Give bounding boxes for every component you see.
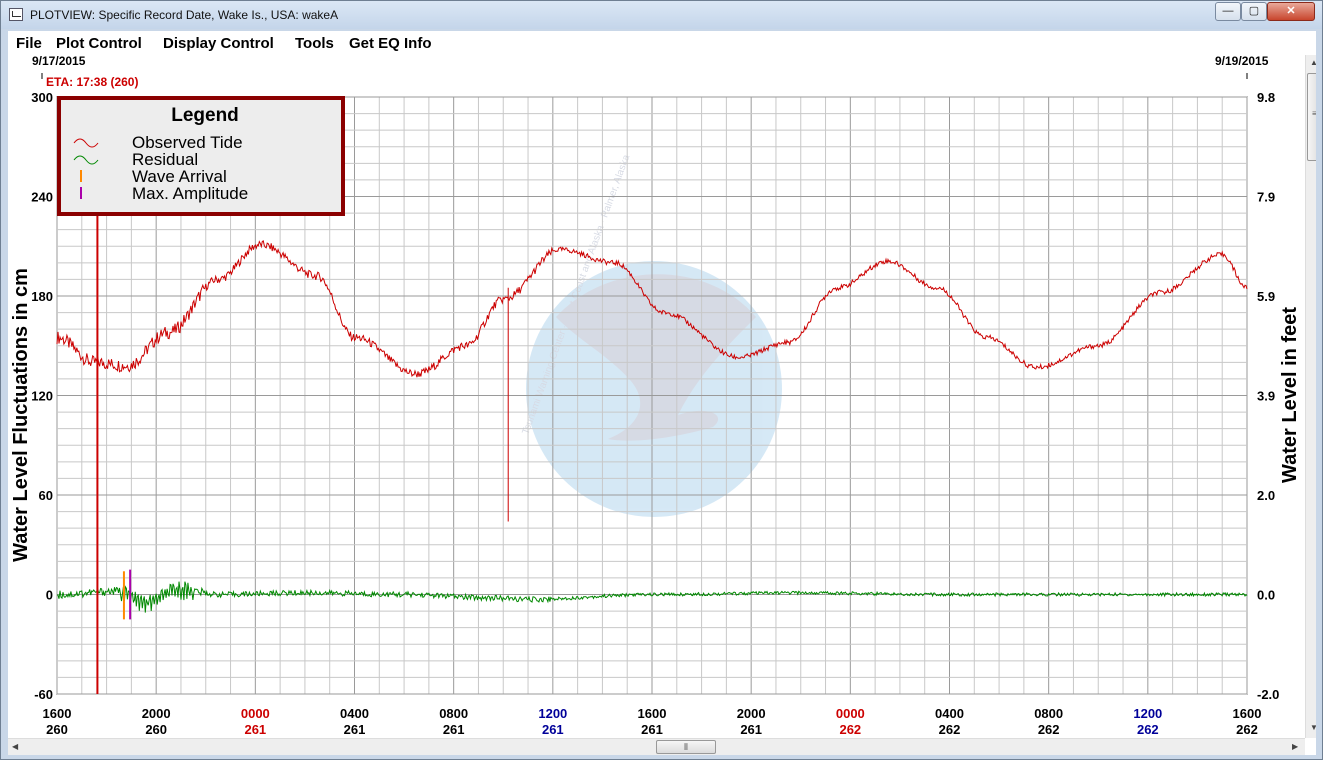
noaa-watermark: Tsunami Warning Center · West Coast and … — [520, 153, 782, 517]
x-tick-day-label: 261 — [443, 722, 465, 737]
horizontal-scrollbar[interactable]: ◀ ⦀ ▶ — [8, 738, 1305, 755]
scroll-up-arrow-icon[interactable]: ▲ — [1310, 58, 1316, 67]
maximize-button[interactable]: ▢ — [1241, 2, 1267, 21]
x-tick-time-label: 0800 — [1034, 706, 1063, 721]
x-tick-time-label: 2000 — [737, 706, 766, 721]
y-axis-right-label: Water Level in feet — [1279, 307, 1301, 483]
x-tick-day-label: 260 — [145, 722, 167, 737]
legend-item-label: Max. Amplitude — [132, 184, 248, 203]
x-tick-time-label: 2000 — [142, 706, 171, 721]
y-tick-label-right: 9.8 — [1257, 90, 1275, 105]
horizontal-scroll-thumb[interactable]: ⦀ — [656, 740, 716, 754]
start-date-label: 9/17/2015 — [32, 55, 86, 68]
vertical-scrollbar[interactable]: ▲ ≡ ▼ — [1305, 55, 1316, 738]
y-axis-left-label: Water Level Fluctuations in cm — [10, 268, 32, 562]
x-tick-day-label: 262 — [1038, 722, 1060, 737]
y-tick-label-left: 180 — [31, 289, 53, 304]
y-tick-label-left: 240 — [31, 190, 53, 205]
x-tick-time-label: 0400 — [935, 706, 964, 721]
menu-file[interactable]: File — [16, 35, 42, 52]
x-tick-day-label: 262 — [1137, 722, 1159, 737]
x-tick-time-label: 1600 — [43, 706, 72, 721]
menu-tools[interactable]: Tools — [295, 35, 334, 52]
x-tick-time-label: 0800 — [439, 706, 468, 721]
scroll-left-arrow-icon[interactable]: ◀ — [12, 742, 18, 751]
x-tick-day-label: 262 — [939, 722, 961, 737]
app-icon[interactable] — [9, 8, 23, 21]
scroll-right-arrow-icon[interactable]: ▶ — [1292, 742, 1298, 751]
x-tick-time-label: 1200 — [1133, 706, 1162, 721]
x-axis-ticks: 1600260200026000002610400261080026112002… — [43, 706, 1262, 737]
x-tick-day-label: 261 — [244, 722, 266, 737]
legend-title: Legend — [171, 105, 239, 126]
y-tick-label-left: -60 — [34, 687, 53, 702]
menu-bar: File Plot Control Display Control Tools … — [8, 31, 1316, 55]
x-tick-day-label: 261 — [641, 722, 663, 737]
y-tick-label-right: -2.0 — [1257, 687, 1279, 702]
x-tick-time-label: 0400 — [340, 706, 369, 721]
x-tick-time-label: 1600 — [1233, 706, 1262, 721]
plotview-window: PLOTVIEW: Specific Record Date, Wake Is.… — [0, 0, 1323, 760]
plot-area: Tsunami Warning Center · West Coast and … — [8, 55, 1316, 755]
y-axis-right-ticks: -2.0 0.0 2.0 3.9 5.9 7.9 9.8 — [1257, 90, 1279, 702]
window-title: PLOTVIEW: Specific Record Date, Wake Is.… — [30, 8, 339, 22]
x-tick-time-label: 0000 — [241, 706, 270, 721]
x-tick-day-label: 261 — [542, 722, 564, 737]
x-tick-day-label: 262 — [1236, 722, 1258, 737]
y-tick-label-left: 60 — [39, 488, 53, 503]
end-date-label: 9/19/2015 — [1215, 55, 1269, 68]
x-tick-time-label: 1200 — [538, 706, 567, 721]
title-bar[interactable]: PLOTVIEW: Specific Record Date, Wake Is.… — [1, 1, 1322, 29]
y-tick-label-left: 120 — [31, 389, 53, 404]
y-tick-label-right: 5.9 — [1257, 289, 1275, 304]
y-tick-label-right: 3.9 — [1257, 389, 1275, 404]
y-tick-label-right: 2.0 — [1257, 488, 1275, 503]
tide-chart[interactable]: Tsunami Warning Center · West Coast and … — [8, 55, 1305, 738]
x-tick-day-label: 260 — [46, 722, 68, 737]
close-button[interactable]: ✕ — [1267, 2, 1315, 21]
x-tick-day-label: 262 — [839, 722, 861, 737]
y-axis-left-ticks: -60 0 60 120 180 240 300 — [31, 90, 53, 702]
x-tick-time-label: 0000 — [836, 706, 865, 721]
x-tick-day-label: 261 — [344, 722, 366, 737]
menu-display-control[interactable]: Display Control — [163, 35, 274, 52]
scroll-down-arrow-icon[interactable]: ▼ — [1310, 723, 1316, 732]
y-tick-label-left: 300 — [31, 90, 53, 105]
menu-get-eq-info[interactable]: Get EQ Info — [349, 35, 432, 52]
menu-plot-control[interactable]: Plot Control — [56, 35, 142, 52]
y-tick-label-right: 7.9 — [1257, 190, 1275, 205]
y-tick-label-right: 0.0 — [1257, 588, 1275, 603]
minimize-button[interactable]: — — [1215, 2, 1241, 21]
y-tick-label-left: 0 — [46, 588, 53, 603]
grip-icon: ≡ — [1312, 109, 1316, 118]
legend[interactable]: Legend Observed TideResidualWave Arrival… — [57, 96, 345, 216]
x-tick-time-label: 1600 — [638, 706, 667, 721]
vertical-scroll-thumb[interactable]: ≡ — [1307, 73, 1316, 161]
eta-label: ETA: 17:38 (260) — [46, 75, 138, 89]
x-tick-day-label: 261 — [740, 722, 762, 737]
